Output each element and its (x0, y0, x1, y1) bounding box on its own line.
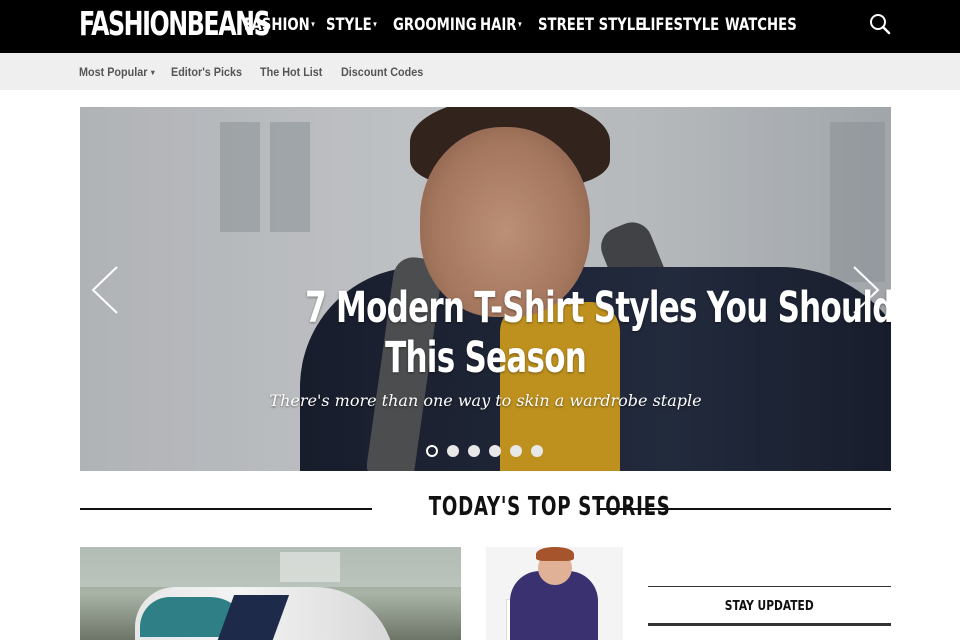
hero-headline-line-2: This Season (385, 333, 587, 383)
nav-label: LIFESTYLE (642, 15, 720, 35)
carousel-dot[interactable] (447, 445, 459, 457)
nav-item-watches[interactable]: WATCHES (725, 15, 797, 35)
hero-carousel[interactable]: 7 Modern T-Shirt Styles You Should Consi… (80, 107, 891, 471)
nav-item-hair[interactable]: HAIR ▾ (480, 15, 522, 35)
subnav-label: Discount Codes (341, 65, 424, 79)
caret-down-icon: ▾ (311, 20, 315, 30)
subnav-most-popular[interactable]: Most Popular ▾ (79, 65, 155, 79)
nav-label: FASHION (244, 15, 310, 35)
nav-label: GROOMING (393, 15, 477, 35)
subnav-label: The Hot List (260, 65, 323, 79)
nav-item-lifestyle[interactable]: LIFESTYLE (642, 15, 719, 35)
site-logo[interactable]: FASHIONBEANS (79, 6, 271, 42)
secondary-navigation: Most Popular ▾ Editor's Picks The Hot Lis… (0, 53, 960, 90)
story-card-image-sneaker[interactable] (80, 547, 461, 640)
carousel-dot[interactable] (510, 445, 522, 457)
caret-down-icon: ▾ (151, 68, 155, 77)
section-title: TODAY'S TOP STORIES (377, 492, 670, 522)
nav-item-street-style[interactable]: STREET STYLE (538, 15, 644, 35)
subnav-discount-codes[interactable]: Discount Codes (341, 65, 423, 79)
subnav-label: Most Popular (79, 65, 148, 79)
top-navigation-bar: FASHIONBEANS FASHION ▾ STYLE ▾ GROOMING HA… (0, 0, 960, 53)
caret-down-icon: ▾ (518, 20, 522, 30)
hero-subtitle: There's more than one way to skin a ward… (269, 391, 702, 410)
nav-item-fashion[interactable]: FASHION ▾ (244, 15, 315, 35)
nav-item-grooming[interactable]: GROOMING (393, 15, 477, 35)
hero-headline[interactable]: 7 Modern T-Shirt Styles You Should Consi… (160, 283, 891, 383)
story-card-image-hoodie[interactable] (486, 547, 623, 640)
search-icon[interactable] (869, 13, 891, 35)
carousel-dot[interactable] (531, 445, 543, 457)
nav-label: WATCHES (725, 15, 797, 35)
chevron-left-icon[interactable] (90, 265, 120, 315)
caret-down-icon: ▾ (373, 20, 377, 30)
carousel-pagination (426, 445, 543, 457)
top-stories-heading: TODAY'S TOP STORIES (80, 490, 891, 526)
stay-updated-widget: STAY UPDATED (648, 586, 891, 626)
subnav-label: Editor's Picks (171, 65, 243, 79)
carousel-dot[interactable] (468, 445, 480, 457)
stay-updated-text: STAY UPDATED (725, 599, 814, 614)
stay-updated-title: STAY UPDATED (648, 599, 891, 614)
hero-headline-line-1: 7 Modern T-Shirt Styles You Should Consi… (305, 283, 891, 333)
carousel-dot[interactable] (489, 445, 501, 457)
divider (597, 508, 891, 510)
divider (80, 508, 372, 510)
nav-label: STREET STYLE (538, 15, 645, 35)
subnav-hot-list[interactable]: The Hot List (260, 65, 322, 79)
nav-item-style[interactable]: STYLE ▾ (326, 15, 377, 35)
nav-label: HAIR (480, 15, 517, 35)
section-title-text: TODAY'S TOP STORIES (428, 492, 671, 522)
carousel-dot[interactable] (426, 445, 438, 457)
nav-label: STYLE (326, 15, 372, 35)
subnav-editors-picks[interactable]: Editor's Picks (171, 65, 242, 79)
